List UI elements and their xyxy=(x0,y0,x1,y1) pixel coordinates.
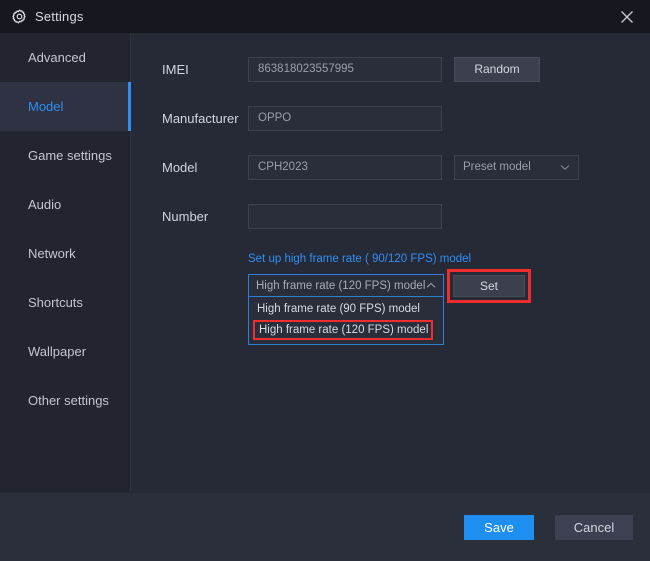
sidebar-item-label: Shortcuts xyxy=(28,295,83,310)
close-button[interactable] xyxy=(604,0,650,33)
sidebar-item-game-settings[interactable]: Game settings xyxy=(0,131,130,180)
sidebar-item-wallpaper[interactable]: Wallpaper xyxy=(0,327,130,376)
gear-icon xyxy=(12,9,27,24)
cancel-button[interactable]: Cancel xyxy=(555,515,633,540)
sidebar: Advanced Model Game settings Audio Netwo… xyxy=(0,33,131,493)
set-button[interactable]: Set xyxy=(453,275,525,297)
dropdown-option-90fps[interactable]: High frame rate (90 FPS) model xyxy=(249,298,443,319)
sidebar-item-advanced[interactable]: Advanced xyxy=(0,33,130,82)
number-label: Number xyxy=(162,208,209,224)
sidebar-item-label: Game settings xyxy=(28,148,112,163)
high-frame-rate-select[interactable]: High frame rate (120 FPS) model xyxy=(248,274,444,297)
model-row: Model Preset model xyxy=(132,154,650,180)
title-bar: Settings xyxy=(0,0,650,33)
close-icon xyxy=(621,10,633,23)
sidebar-item-label: Other settings xyxy=(28,393,109,408)
sidebar-item-network[interactable]: Network xyxy=(0,229,130,278)
imei-row: IMEI Random xyxy=(132,56,650,82)
sidebar-item-other-settings[interactable]: Other settings xyxy=(0,376,130,425)
number-row: Number xyxy=(132,203,650,229)
sidebar-item-label: Advanced xyxy=(28,50,86,65)
footer-bar: Save Cancel xyxy=(0,493,650,561)
settings-window: Settings Advanced Model Game settings Au… xyxy=(0,0,650,561)
preset-model-select[interactable]: Preset model xyxy=(454,154,579,180)
high-frame-rate-link[interactable]: Set up high frame rate ( 90/120 FPS) mod… xyxy=(248,253,471,265)
sidebar-item-label: Audio xyxy=(28,197,62,212)
save-button[interactable]: Save xyxy=(464,515,534,540)
model-input[interactable] xyxy=(248,154,442,180)
imei-label: IMEI xyxy=(162,61,189,77)
preset-model-label: Preset model xyxy=(463,161,531,173)
manufacturer-row: Manufacturer xyxy=(132,105,650,131)
dropdown-option-120fps[interactable]: High frame rate (120 FPS) model xyxy=(253,320,433,340)
manufacturer-label: Manufacturer xyxy=(162,110,239,126)
chevron-up-icon xyxy=(426,282,436,288)
sidebar-item-label: Wallpaper xyxy=(28,344,87,359)
imei-input[interactable] xyxy=(248,56,442,82)
model-label: Model xyxy=(162,159,198,175)
sidebar-item-label: Model xyxy=(28,99,64,114)
number-input[interactable] xyxy=(248,203,442,229)
title-bar-left: Settings xyxy=(0,9,84,24)
sidebar-item-audio[interactable]: Audio xyxy=(0,180,130,229)
dropdown-option-label: High frame rate (90 FPS) model xyxy=(257,302,420,315)
chevron-down-icon xyxy=(560,164,570,170)
high-frame-rate-dropdown-list: High frame rate (90 FPS) model High fram… xyxy=(248,297,444,345)
window-title: Settings xyxy=(35,9,84,24)
manufacturer-input[interactable] xyxy=(248,105,442,131)
dropdown-option-label: High frame rate (120 FPS) model xyxy=(259,324,429,336)
sidebar-item-shortcuts[interactable]: Shortcuts xyxy=(0,278,130,327)
sidebar-item-label: Network xyxy=(28,246,76,261)
high-frame-rate-selected-value: High frame rate (120 FPS) model xyxy=(256,279,426,292)
random-button[interactable]: Random xyxy=(454,56,540,82)
sidebar-item-model[interactable]: Model xyxy=(0,82,131,131)
